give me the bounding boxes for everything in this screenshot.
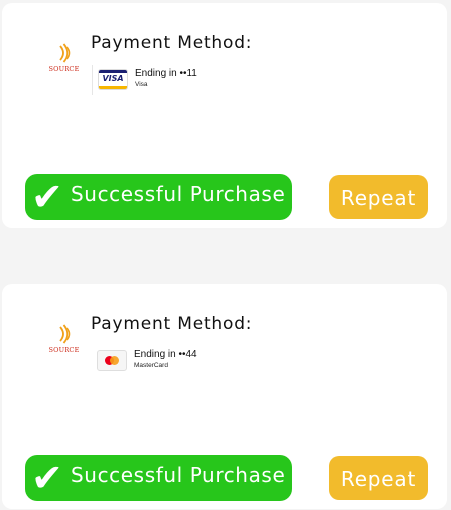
logo-text: SOURCE: [48, 346, 80, 354]
payment-method: VISA Ending in ••11 Visa: [92, 65, 197, 95]
status-badge: ✔ Successful Purchase: [25, 455, 292, 501]
card-brand: Visa: [135, 81, 148, 88]
store-logo: SOURCE: [46, 43, 82, 77]
logo-text: SOURCE: [48, 65, 80, 73]
visa-card-icon: VISA: [98, 69, 128, 90]
signal-icon: [59, 324, 71, 344]
repeat-button[interactable]: Repeat: [329, 175, 428, 219]
order-card: SOURCE Payment Method: Ending in ••44 Ma…: [2, 284, 447, 509]
card-ending: Ending in ••11: [135, 68, 197, 79]
order-card: SOURCE Payment Method: VISA Ending in ••…: [2, 3, 447, 228]
status-badge: ✔ Successful Purchase: [25, 174, 292, 220]
card-ending: Ending in ••44: [134, 349, 197, 360]
status-text: Successful Purchase: [71, 463, 286, 487]
payment-method-title: Payment Method:: [91, 33, 253, 53]
store-logo: SOURCE: [46, 324, 82, 358]
status-text: Successful Purchase: [71, 182, 286, 206]
checkmark-icon: ✔: [31, 175, 63, 219]
payment-method-title: Payment Method:: [91, 314, 253, 334]
mastercard-icon: [97, 350, 127, 371]
repeat-button[interactable]: Repeat: [329, 456, 428, 500]
checkmark-icon: ✔: [31, 456, 63, 500]
card-brand: MasterCard: [134, 362, 168, 369]
signal-icon: [59, 43, 71, 63]
